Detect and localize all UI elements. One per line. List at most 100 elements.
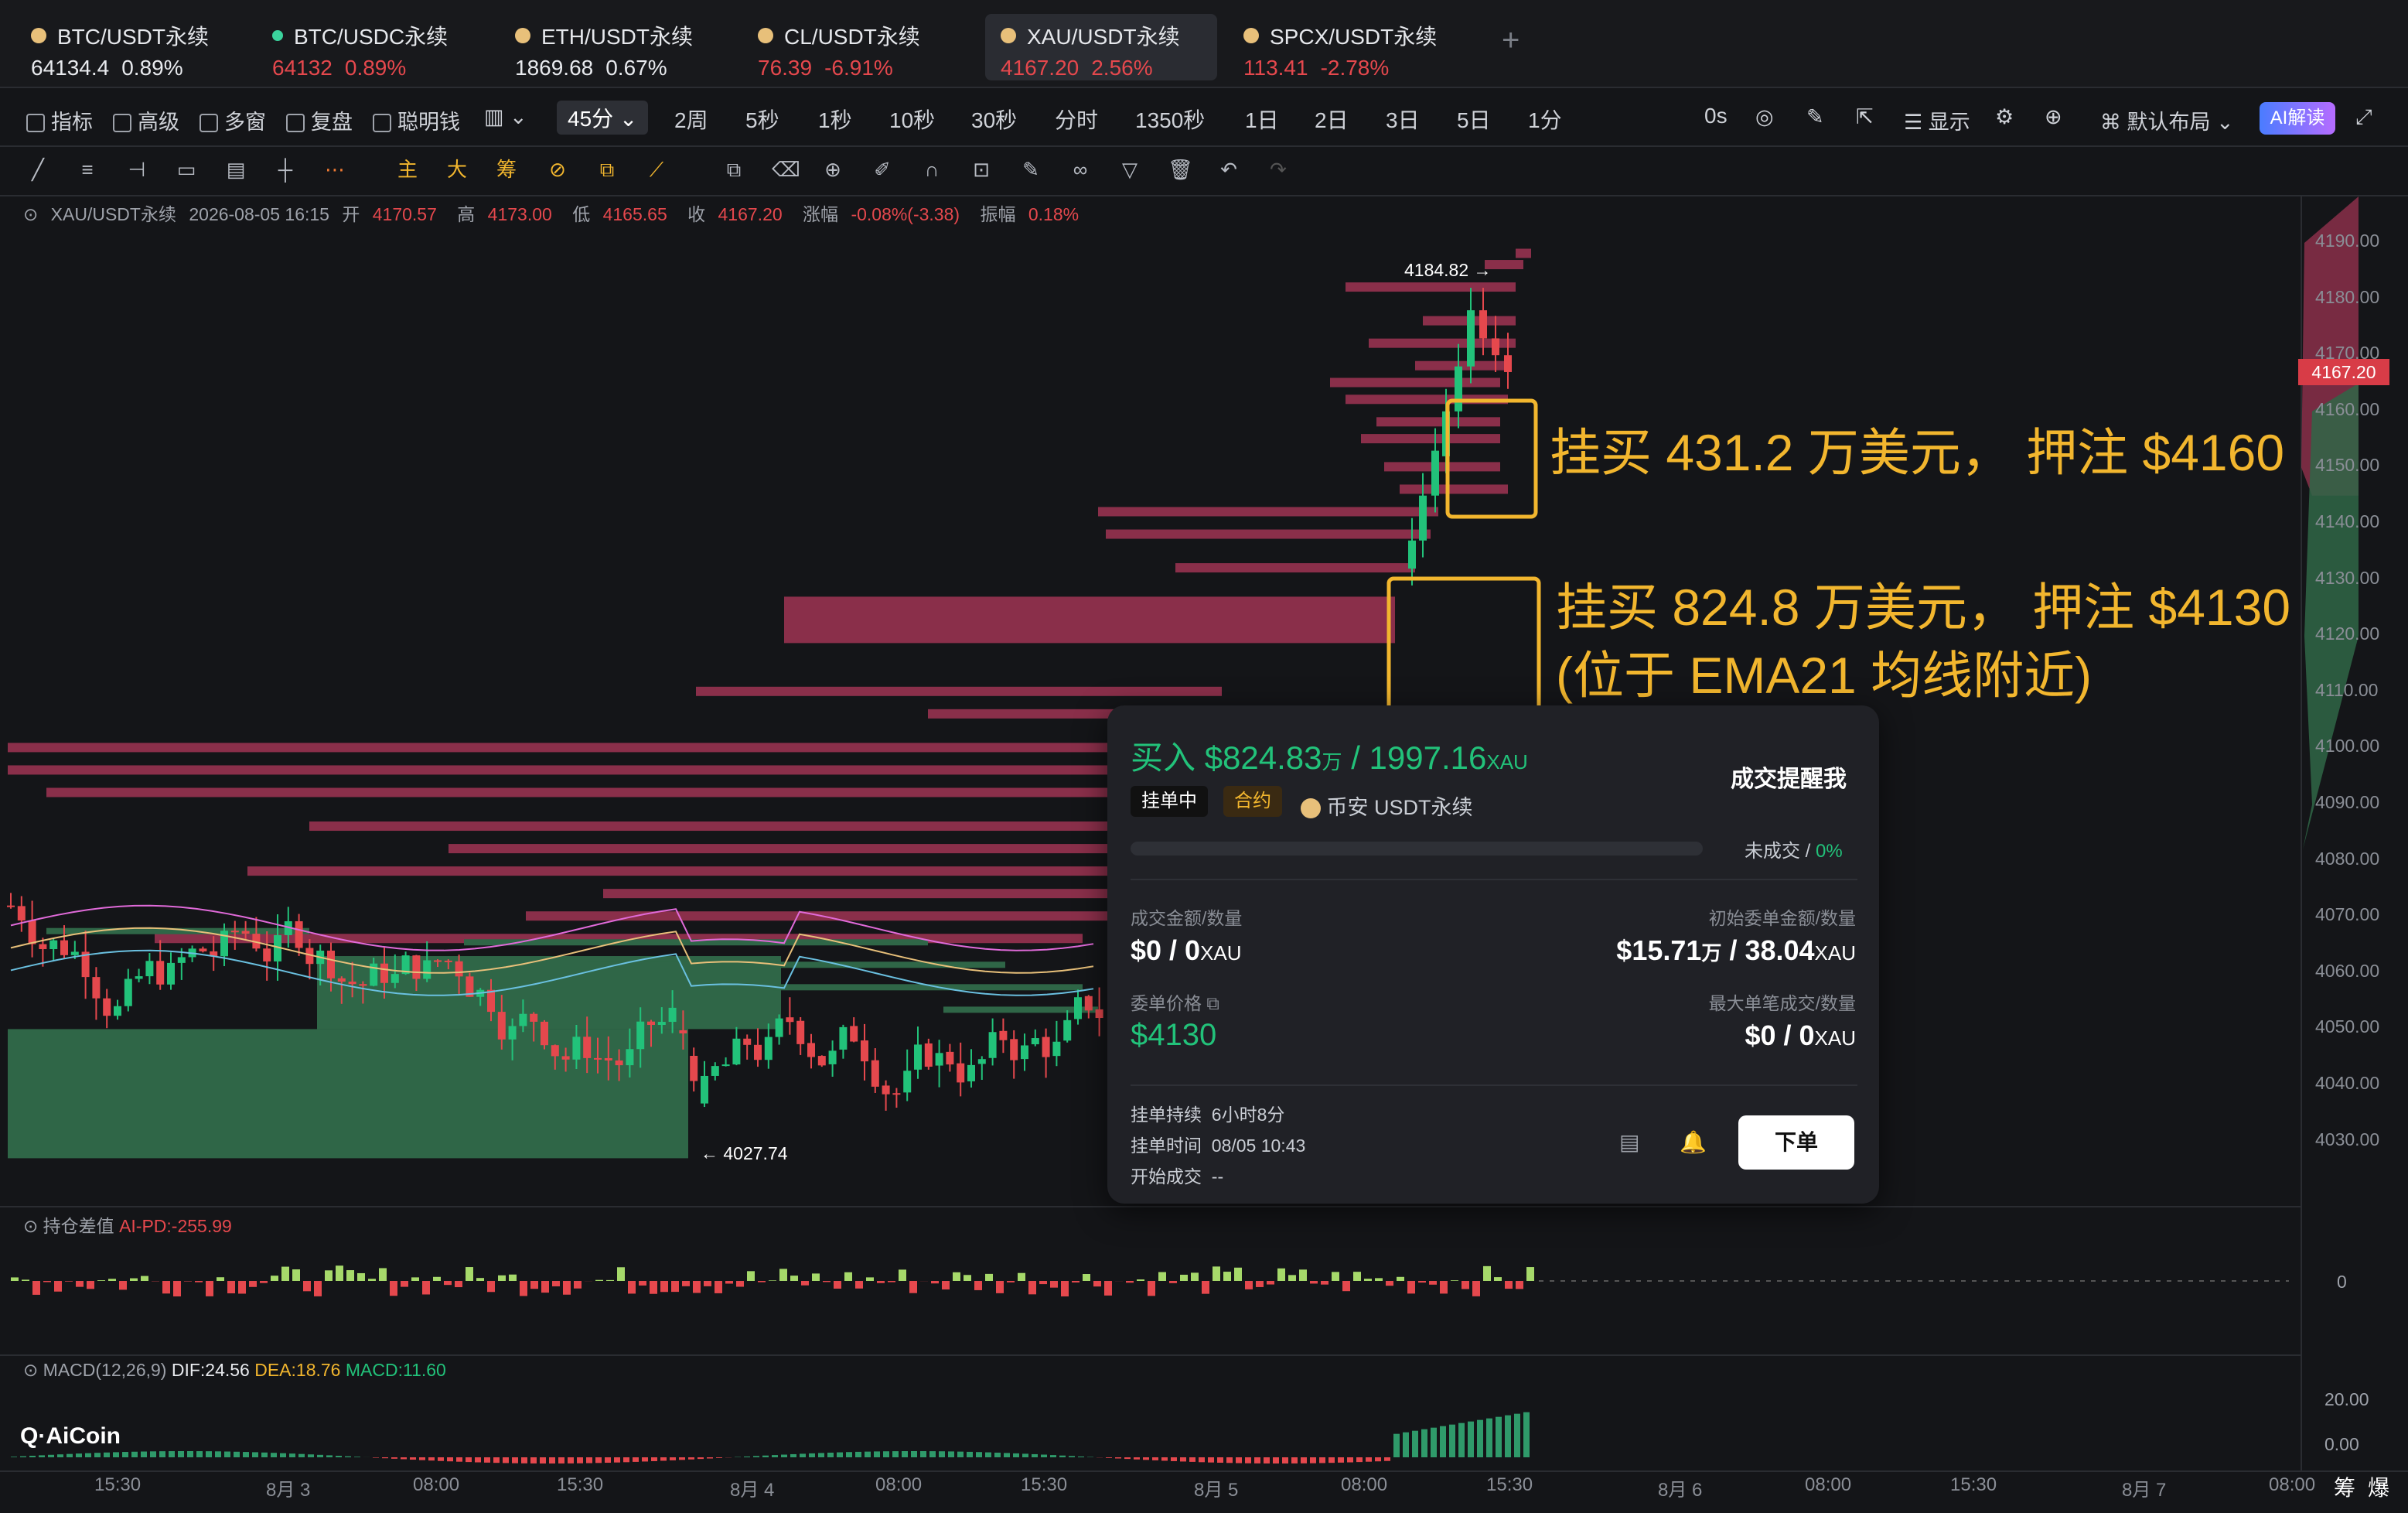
smart-money-button[interactable]: 聪明钱 xyxy=(373,105,460,135)
channel-tool-icon[interactable]: ▤ xyxy=(224,158,247,181)
ticker-ethusdt[interactable]: ETH/USDT永续 1869.68 0.67% xyxy=(500,14,732,80)
filter-icon[interactable]: ▽ xyxy=(1118,158,1141,181)
advanced-icon xyxy=(113,114,131,132)
line-tool-icon[interactable]: ╱ xyxy=(26,158,49,181)
interval-option[interactable]: 5秒 xyxy=(745,104,779,135)
camera-icon[interactable]: ◎ xyxy=(1755,105,1774,129)
oi-bar xyxy=(909,1281,917,1293)
hline-tool-icon[interactable]: ≡ xyxy=(76,158,99,181)
time-tick: 15:30 xyxy=(94,1474,142,1495)
interval-option[interactable]: 1秒 xyxy=(818,104,852,135)
replay-button[interactable]: 复盘 xyxy=(286,105,353,135)
advanced-label: 高级 xyxy=(138,111,179,134)
interval-option[interactable]: 分时 xyxy=(1055,104,1098,135)
macd-label: MACD(12,26,9) xyxy=(43,1360,167,1380)
candle-body xyxy=(391,974,399,983)
annotation-4130: 挂买 824.8 万美元， 押注 $4130 xyxy=(1556,579,2291,636)
ticker-btcusdc[interactable]: BTC/USDC永续 64132 0.89% xyxy=(257,14,489,80)
brush-tool-icon[interactable]: ⟋ xyxy=(645,158,668,181)
interval-option[interactable]: 3日 xyxy=(1386,104,1420,135)
interval-option[interactable]: 10秒 xyxy=(889,104,935,135)
multi-window-button[interactable]: 多窗 xyxy=(200,105,266,135)
candle-body xyxy=(647,1021,655,1026)
add-tab-icon[interactable]: + xyxy=(1502,23,1519,58)
macd-bar xyxy=(716,1457,722,1458)
eraser-icon[interactable]: ⌫ xyxy=(772,158,800,181)
candle-body xyxy=(957,1063,965,1083)
crosshair-icon[interactable]: ⊕ xyxy=(2045,105,2062,129)
oi-bar xyxy=(942,1281,950,1290)
advanced-button[interactable]: 高级 xyxy=(113,105,179,135)
interval-option[interactable]: 30秒 xyxy=(971,104,1017,135)
layout-button[interactable]: ⌘ 默认布局 ⌄ xyxy=(2100,105,2234,135)
candle-body xyxy=(711,1066,719,1076)
edit-icon[interactable]: ✎ xyxy=(1019,158,1042,181)
rect-tool-icon[interactable]: ▭ xyxy=(175,158,198,181)
liquidation-toggle[interactable]: 爆 xyxy=(2368,1471,2389,1502)
ticker-btcusdt[interactable]: BTC/USDT永续 64134.4 0.89% xyxy=(15,14,247,80)
interval-option[interactable]: 5日 xyxy=(1457,104,1491,135)
macd-bar xyxy=(475,1457,481,1463)
settings-icon[interactable]: ⚙ xyxy=(1995,105,2014,129)
interval-option[interactable]: 1350秒 xyxy=(1135,104,1205,135)
copy-icon[interactable]: ⧉ xyxy=(722,158,745,181)
undo-icon[interactable]: ↶ xyxy=(1217,158,1240,181)
interval-option[interactable]: 2周 xyxy=(674,104,708,135)
macd-bar xyxy=(1384,1457,1390,1461)
chart-type-dropdown[interactable]: ▥ ⌄ xyxy=(484,105,527,129)
tool-chips[interactable]: 筹 xyxy=(495,158,518,181)
zoom-icon[interactable]: ⊕ xyxy=(821,158,844,181)
ticker-clusdt[interactable]: CL/USDT永续 76.39 -6.91% xyxy=(742,14,974,80)
oi-bar xyxy=(801,1281,809,1286)
time-tick: 08:00 xyxy=(2269,1474,2316,1495)
interval-selected[interactable]: 45分 ⌄ xyxy=(557,101,649,135)
note-icon[interactable]: ▤ xyxy=(1619,1129,1639,1155)
display-button[interactable]: ☰ 显示 xyxy=(1904,105,1970,135)
trash-icon[interactable]: 🗑 xyxy=(1168,158,1193,181)
bell-icon[interactable]: 🔔 xyxy=(1680,1129,1707,1155)
price-tick: 4090.00 xyxy=(2315,792,2380,812)
oi-bar xyxy=(411,1277,419,1281)
candle-body xyxy=(103,998,111,1016)
redo-icon[interactable]: ↷ xyxy=(1267,158,1290,181)
ticker-spcxusdt[interactable]: SPCX/USDT永续 113.41 -2.78% xyxy=(1228,14,1460,80)
interval-option[interactable]: 1分 xyxy=(1528,104,1562,135)
macd-bar xyxy=(401,1457,407,1460)
remind-me-button[interactable]: 成交提醒我 xyxy=(1731,760,1847,794)
macd-bar xyxy=(456,1457,462,1462)
qty-unit: XAU xyxy=(1486,750,1528,774)
indicators-button[interactable]: 指标 xyxy=(26,105,93,135)
time-tick: 15:30 xyxy=(557,1474,604,1495)
link-icon[interactable]: ∞ xyxy=(1069,158,1092,181)
time-tick: 15:30 xyxy=(1950,1474,1997,1495)
pen-icon[interactable]: ✎ xyxy=(1806,105,1824,129)
oi-bar xyxy=(1375,1278,1383,1281)
macd-bar xyxy=(540,1457,546,1463)
lock-icon[interactable]: ⊡ xyxy=(970,158,993,181)
ruler-tool-icon[interactable]: ⊘ xyxy=(546,158,569,181)
coin-icon xyxy=(1243,28,1259,43)
interval-option[interactable]: 1日 xyxy=(1245,104,1279,135)
vline-tool-icon[interactable]: ┼ xyxy=(274,158,297,181)
place-order-button[interactable]: 下单 xyxy=(1738,1115,1854,1170)
ai-interpret-button[interactable]: AI解读 xyxy=(2260,102,2335,135)
tool-big[interactable]: 大 xyxy=(445,158,469,181)
candle-body xyxy=(28,920,36,944)
ray-tool-icon[interactable]: ⊣ xyxy=(125,158,148,181)
ticker-xauusdt[interactable]: XAU/USDT永续 4167.20 2.56% xyxy=(985,14,1217,80)
expand-icon[interactable]: ⤢ xyxy=(2355,105,2372,130)
dots-tool-icon[interactable]: ⋯ xyxy=(323,158,346,181)
measure-tool-icon[interactable]: ⧉ xyxy=(595,158,619,181)
chip-toggle[interactable]: 筹 xyxy=(2334,1471,2355,1502)
share-icon[interactable]: ⇱ xyxy=(1856,105,1874,129)
oi-bar xyxy=(325,1270,333,1281)
macd-bar xyxy=(633,1457,639,1462)
interval-option[interactable]: 2日 xyxy=(1315,104,1349,135)
paint-icon[interactable]: ✐ xyxy=(871,158,894,181)
bid-wall xyxy=(1330,377,1500,388)
oi-bar xyxy=(476,1278,484,1281)
oi-bar xyxy=(823,1281,831,1282)
magnet-icon[interactable]: ∩ xyxy=(920,158,943,181)
ticker-change: 2.56% xyxy=(1091,56,1153,80)
tool-main[interactable]: 主 xyxy=(396,158,419,181)
